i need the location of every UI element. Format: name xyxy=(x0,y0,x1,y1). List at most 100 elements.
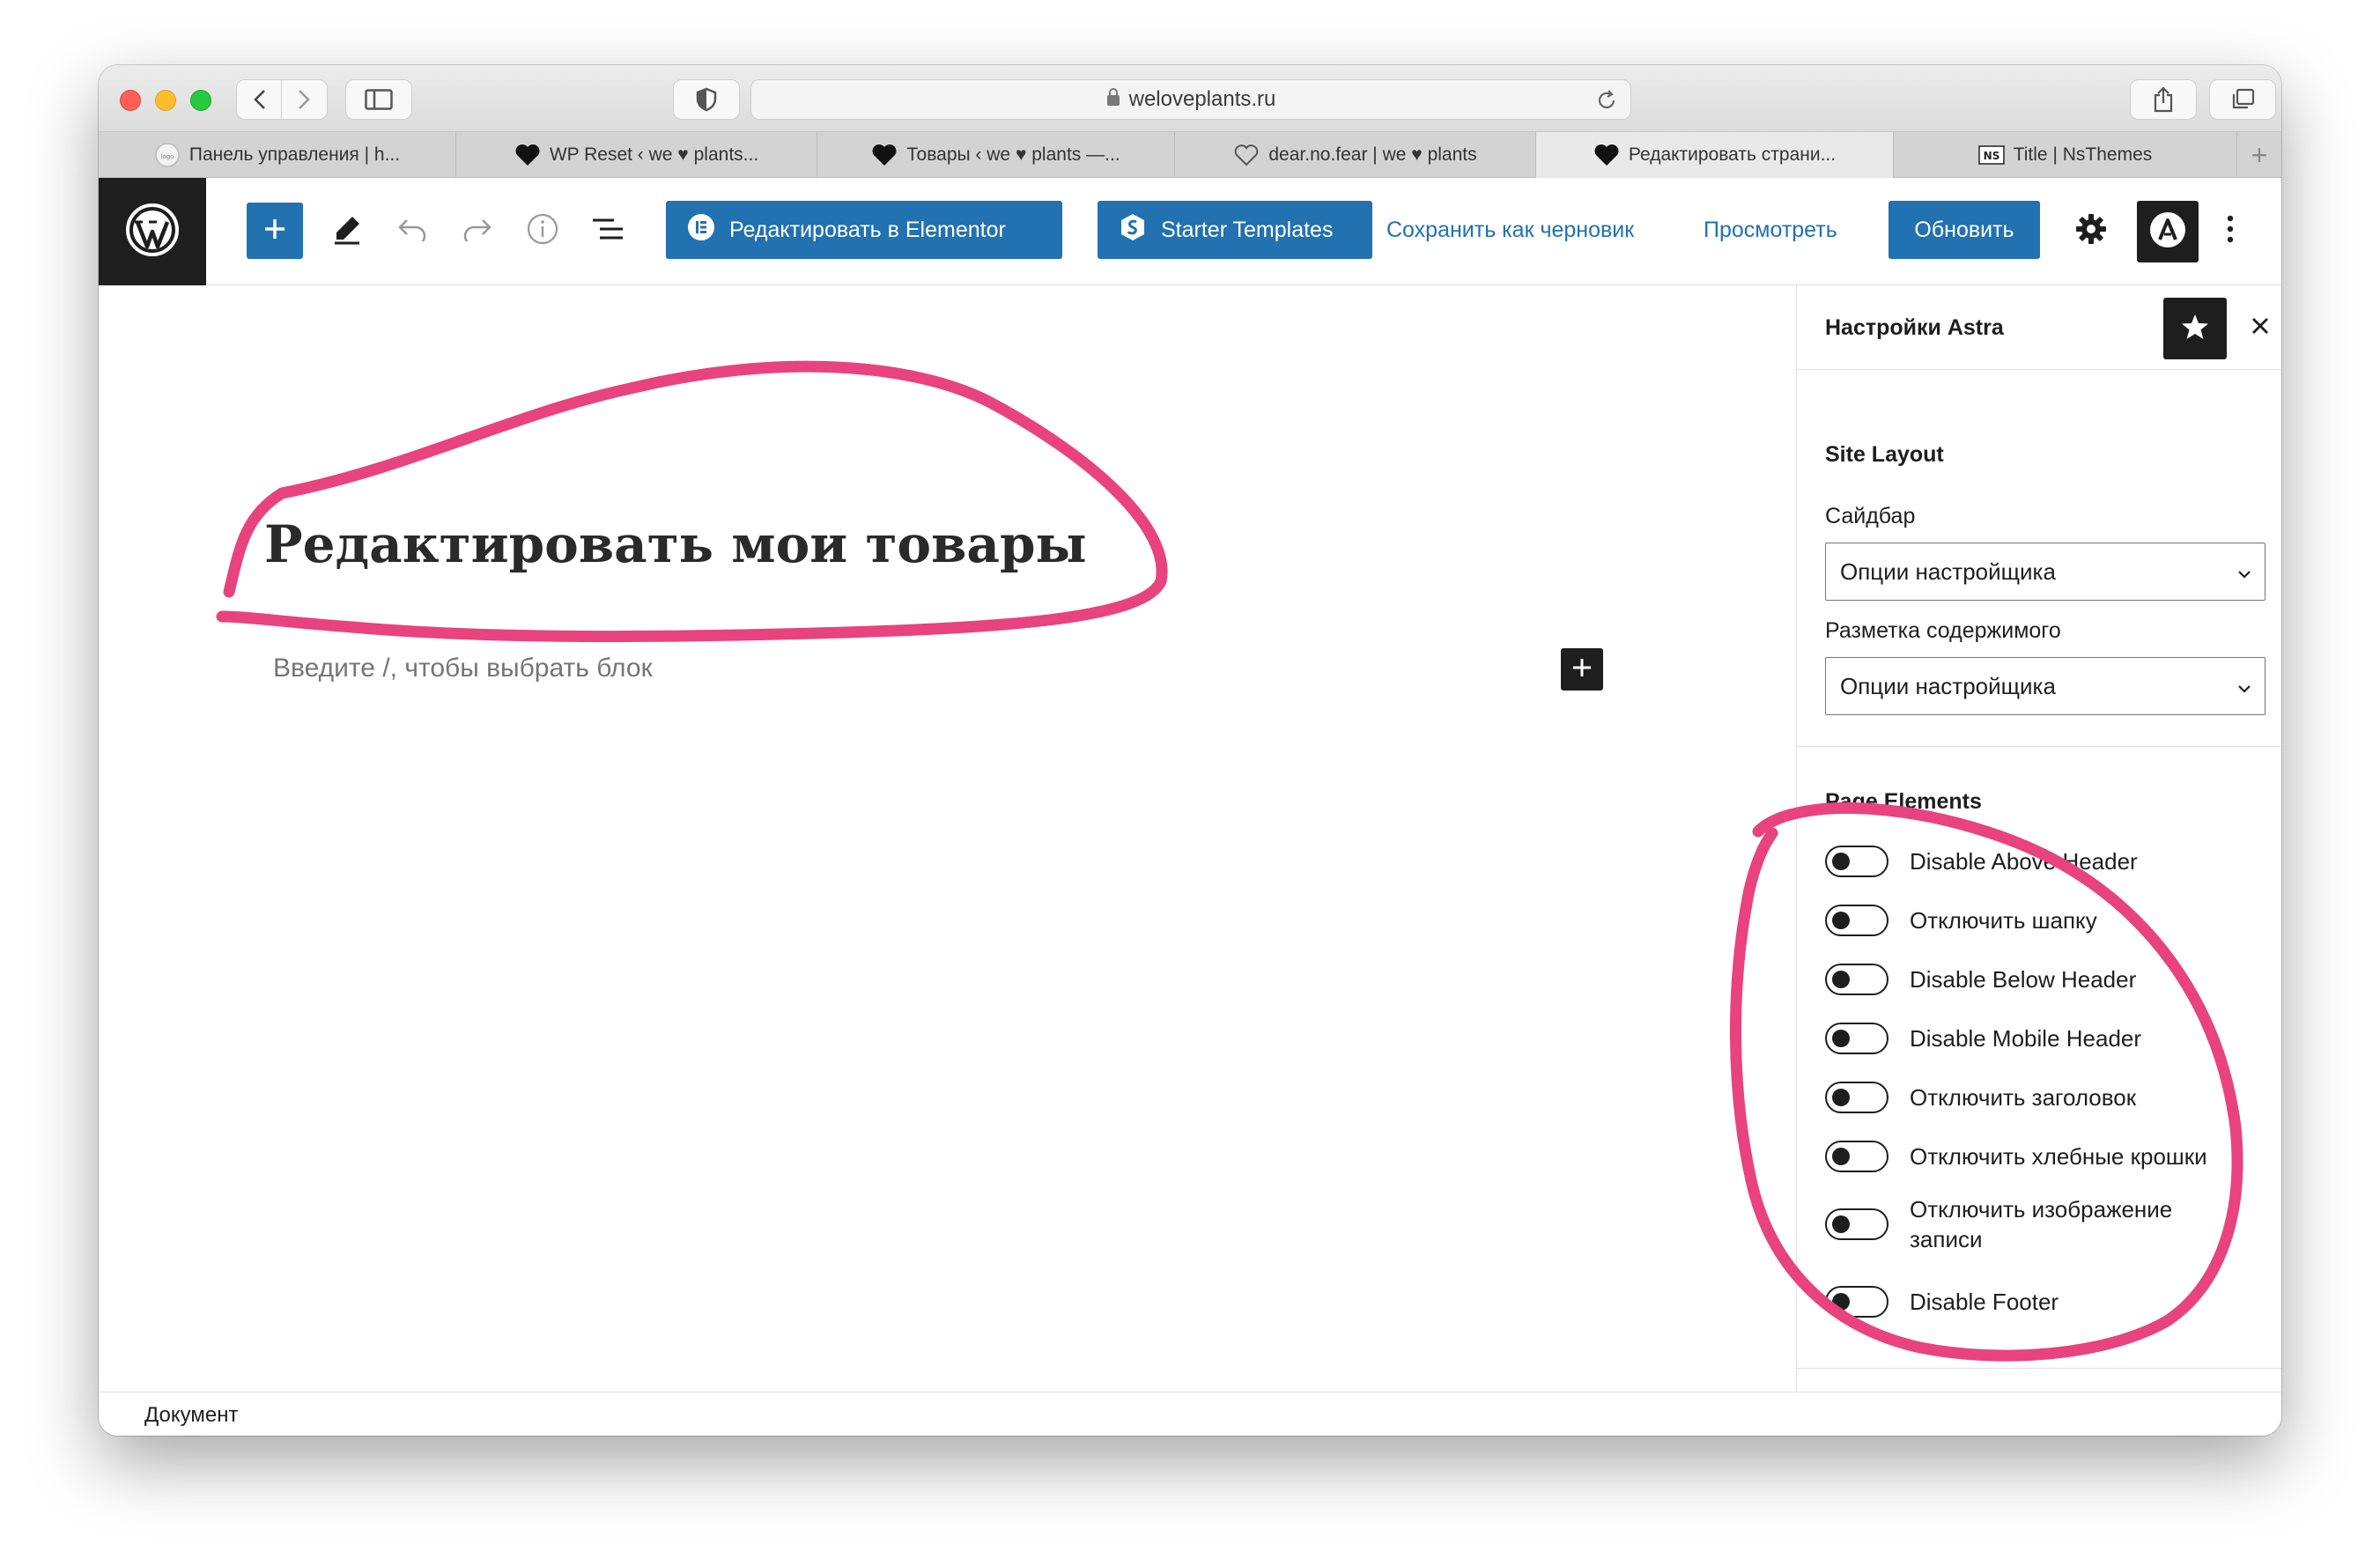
redo-button[interactable] xyxy=(451,204,504,257)
browser-tab[interactable]: Товары ‹ we ♥ plants —... xyxy=(817,132,1175,178)
address-bar[interactable]: weloveplants.ru xyxy=(750,79,1631,120)
plus-icon: + xyxy=(2251,138,2268,171)
redo-icon xyxy=(462,217,493,246)
heart-icon xyxy=(514,143,541,167)
tools-button[interactable] xyxy=(321,204,373,257)
sidebar-layout-value: Опции настройщика xyxy=(1840,558,2056,585)
browser-tab-bar: logo Панель управления | h... WP Reset ‹… xyxy=(99,132,2281,178)
toggle-switch[interactable] xyxy=(1825,1082,1888,1113)
block-placeholder[interactable]: Введите /, чтобы выбрать блок xyxy=(273,654,653,683)
back-forward-group xyxy=(236,79,328,120)
sidebar-title: Настройки Astra xyxy=(1825,315,2004,340)
toggle-switch[interactable] xyxy=(1825,1023,1888,1054)
settings-button[interactable] xyxy=(2065,204,2118,257)
info-icon xyxy=(526,212,559,250)
astra-settings-button[interactable] xyxy=(2137,201,2199,262)
details-button[interactable] xyxy=(516,204,569,257)
toggle-switch[interactable] xyxy=(1825,964,1888,995)
browser-tab[interactable]: WP Reset ‹ we ♥ plants... xyxy=(456,132,817,178)
sidebar-icon xyxy=(365,89,393,110)
heart-icon xyxy=(1593,143,1620,167)
sidebar-layout-select[interactable]: Опции настройщика xyxy=(1825,543,2265,601)
star-icon xyxy=(2181,313,2209,345)
wordpress-icon xyxy=(125,203,180,262)
content-layout-value: Опции настройщика xyxy=(1840,672,2056,699)
plus-icon xyxy=(1571,656,1593,683)
starter-templates-button[interactable]: Starter Templates xyxy=(1098,201,1372,259)
lock-icon xyxy=(1106,87,1120,113)
forward-icon[interactable] xyxy=(282,80,326,119)
post-title[interactable]: Редактировать мои товары xyxy=(264,514,1087,574)
toggle-row: Disable Footer xyxy=(1825,1286,2248,1318)
toggle-switch[interactable] xyxy=(1825,846,1888,877)
new-tab-button[interactable]: + xyxy=(2237,132,2281,178)
add-block-button[interactable] xyxy=(1561,648,1603,691)
toggle-label: Disable Mobile Header xyxy=(1910,1025,2142,1052)
wordpress-logo-button[interactable] xyxy=(99,178,206,285)
toggle-row: Disable Below Header xyxy=(1825,964,2248,995)
close-window-button[interactable] xyxy=(120,90,141,111)
minimize-window-button[interactable] xyxy=(155,90,176,111)
close-icon xyxy=(2251,316,2270,340)
page-elements-section: Page Elements Disable Above Header Отклю… xyxy=(1797,747,2281,1369)
tab-overview-button[interactable] xyxy=(2209,79,2276,120)
site-layout-section: Site Layout Сайдбар Опции настройщика Ра… xyxy=(1797,370,2281,747)
toggle-label: Отключить шапку xyxy=(1910,907,2097,934)
svg-text:NS: NS xyxy=(1983,150,1999,162)
starter-templates-icon xyxy=(1119,213,1147,247)
gear-icon xyxy=(2075,213,2107,249)
breadcrumb-document[interactable]: Документ xyxy=(144,1403,238,1428)
toggle-switch[interactable] xyxy=(1825,1286,1888,1318)
share-button[interactable] xyxy=(2130,79,2197,120)
toggle-label: Отключить хлебные крошки xyxy=(1910,1143,2207,1170)
undo-button[interactable] xyxy=(386,204,439,257)
preview-button[interactable]: Просмотреть xyxy=(1704,201,1837,259)
pin-sidebar-button[interactable] xyxy=(2163,298,2227,359)
heart-icon xyxy=(871,143,898,167)
undo-icon xyxy=(396,217,428,246)
toggle-switch[interactable] xyxy=(1825,905,1888,936)
toggle-switch[interactable] xyxy=(1825,1141,1888,1172)
astra-icon xyxy=(2148,211,2187,254)
pencil-icon xyxy=(331,213,363,249)
back-icon[interactable] xyxy=(238,80,282,119)
list-view-button[interactable] xyxy=(581,204,634,257)
block-inserter-button[interactable] xyxy=(247,203,303,259)
sidebar-toggle-button[interactable] xyxy=(345,79,412,120)
zoom-window-button[interactable] xyxy=(190,90,211,111)
toggle-label: Отключить заголовок xyxy=(1910,1084,2137,1111)
browser-titlebar: weloveplants.ru xyxy=(99,65,2281,132)
shield-icon xyxy=(696,87,717,112)
toggle-row: Отключить изображение записи xyxy=(1825,1194,2248,1254)
editor-toolbar: Редактировать в Elementor Starter Templa… xyxy=(99,178,2281,285)
reload-icon[interactable] xyxy=(1595,89,1618,118)
update-button[interactable]: Обновить xyxy=(1888,201,2040,259)
close-sidebar-button[interactable] xyxy=(2243,310,2278,345)
browser-tab[interactable]: logo Панель управления | h... xyxy=(99,132,456,178)
toggle-switch[interactable] xyxy=(1825,1208,1888,1240)
site-logo-icon: logo xyxy=(154,142,181,168)
plus-icon xyxy=(262,217,287,246)
site-layout-heading: Site Layout xyxy=(1825,442,1944,467)
content-layout-select[interactable]: Опции настройщика xyxy=(1825,657,2265,715)
browser-tab[interactable]: dear.no.fear | we ♥ plants xyxy=(1175,132,1536,178)
address-text: weloveplants.ru xyxy=(1128,87,1276,111)
tabs-icon xyxy=(2230,88,2255,111)
browser-tab-active[interactable]: Редактировать страни... xyxy=(1536,132,1894,178)
editor-canvas: Редактировать мои товары Введите /, чтоб… xyxy=(99,285,1796,1392)
toggle-label: Отключить изображение записи xyxy=(1910,1196,2173,1252)
browser-window: weloveplants.ru logo Панель управления |… xyxy=(99,65,2281,1436)
chevron-down-icon xyxy=(2236,558,2252,586)
browser-tab[interactable]: NS Title | NsThemes xyxy=(1894,132,2237,178)
toggle-label: Disable Below Header xyxy=(1910,966,2137,993)
list-view-icon xyxy=(591,216,625,247)
save-draft-button[interactable]: Сохранить как черновик xyxy=(1386,201,1634,259)
more-options-button[interactable] xyxy=(2213,204,2248,257)
privacy-shield-button[interactable] xyxy=(673,79,740,120)
toggle-label: Disable Above Header xyxy=(1910,848,2138,875)
elementor-icon xyxy=(687,213,715,247)
kebab-menu-icon xyxy=(2227,215,2234,247)
edit-with-elementor-button[interactable]: Редактировать в Elementor xyxy=(666,201,1062,259)
toggle-row: Disable Above Header xyxy=(1825,846,2248,877)
ns-logo-icon: NS xyxy=(1977,144,2005,166)
